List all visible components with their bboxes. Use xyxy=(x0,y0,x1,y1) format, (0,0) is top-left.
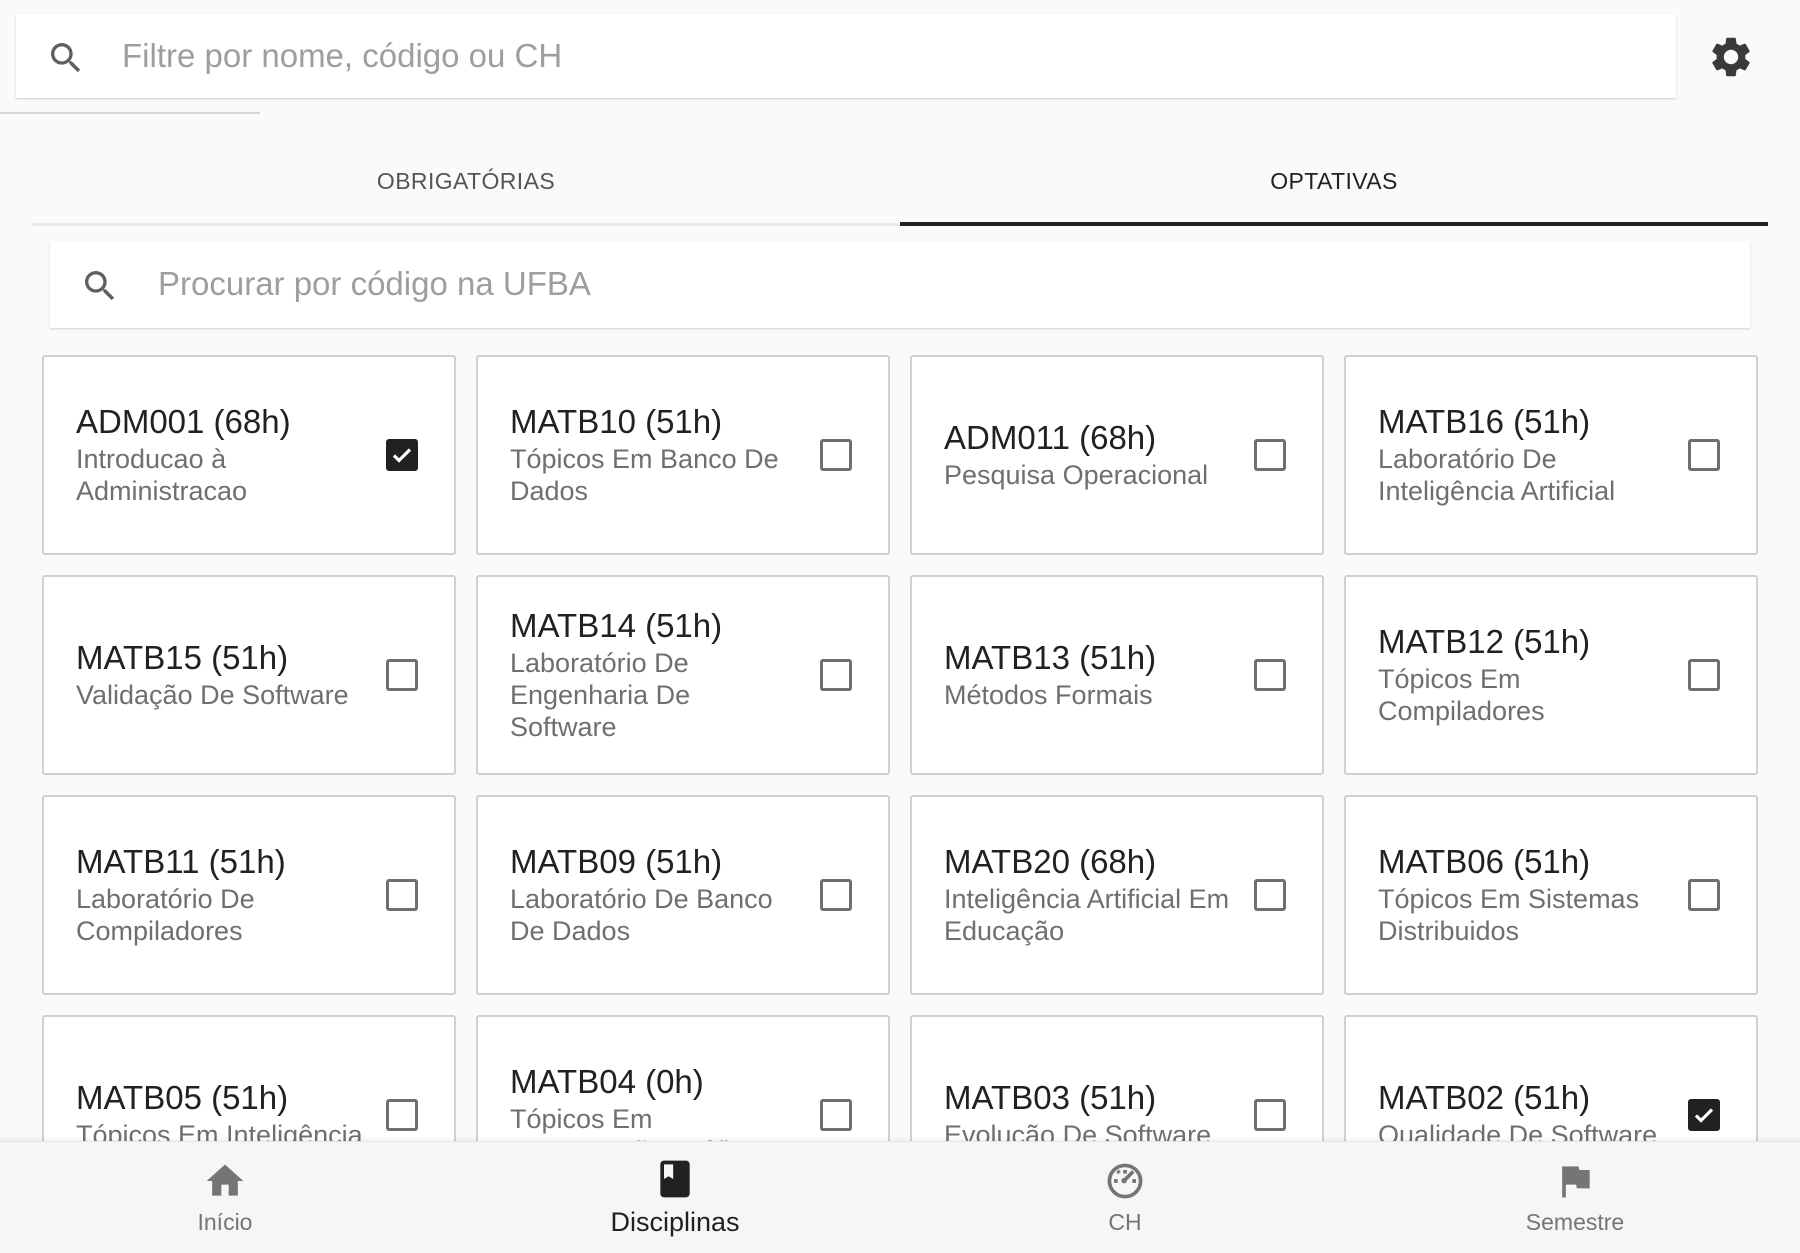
course-text: ADM011 (68h) Pesquisa Operacional xyxy=(944,419,1208,491)
course-text: ADM001 (68h) Introducao à Administracao xyxy=(76,403,364,507)
checkbox[interactable] xyxy=(820,879,852,911)
checkbox[interactable] xyxy=(1688,879,1720,911)
course-code: MATB20 (68h) xyxy=(944,843,1157,880)
course-text: MATB06 (51h) Tópicos Em Sistemas Distribu… xyxy=(1378,843,1666,947)
tab-optativas[interactable]: OPTATIVAS xyxy=(900,140,1768,226)
checkbox[interactable] xyxy=(386,1099,418,1131)
divider xyxy=(0,112,260,114)
course-code: MATB03 (51h) xyxy=(944,1079,1157,1116)
ufba-code-search-input[interactable] xyxy=(158,260,1718,308)
course-code: MATB16 (51h) xyxy=(1378,403,1591,440)
ufba-search-bar xyxy=(50,242,1750,328)
checkbox[interactable] xyxy=(820,659,852,691)
course-grid: ADM001 (68h) Introducao à Administracao MA… xyxy=(42,355,1762,1215)
course-card[interactable]: MATB20 (68h) Inteligência Artificial Em E… xyxy=(910,795,1324,995)
bottom-navigation: Início Disciplinas CH Semestre xyxy=(0,1141,1800,1253)
course-text: MATB12 (51h) Tópicos Em Compiladores xyxy=(1378,623,1666,727)
home-icon xyxy=(206,1164,244,1196)
check-icon xyxy=(1694,1108,1714,1123)
course-card[interactable]: MATB15 (51h) Validação De Software xyxy=(42,575,456,775)
checkbox[interactable] xyxy=(386,879,418,911)
course-code: ADM011 (68h) xyxy=(944,419,1157,456)
course-name: Tópicos Em Banco De Dados xyxy=(510,444,779,506)
checkbox-checked[interactable] xyxy=(1688,1099,1720,1131)
filter-search-input[interactable] xyxy=(122,32,1622,80)
course-card[interactable]: MATB12 (51h) Tópicos Em Compiladores xyxy=(1344,575,1758,775)
course-card[interactable]: MATB10 (51h) Tópicos Em Banco De Dados xyxy=(476,355,890,555)
course-text: MATB13 (51h) Métodos Formais xyxy=(944,639,1156,711)
checkbox[interactable] xyxy=(1688,659,1720,691)
course-name: Métodos Formais xyxy=(944,680,1153,710)
course-code: MATB05 (51h) xyxy=(76,1079,289,1116)
course-card[interactable]: MATB06 (51h) Tópicos Em Sistemas Distribu… xyxy=(1344,795,1758,995)
course-name: Laboratório De Compiladores xyxy=(76,884,255,946)
checkbox[interactable] xyxy=(820,1099,852,1131)
nav-label: CH xyxy=(1108,1209,1142,1235)
check-icon xyxy=(392,448,412,463)
course-name: Inteligência Artificial Em Educação xyxy=(944,884,1230,946)
app-root: OBRIGATÓRIAS OPTATIVAS ADM001 (68h) Intro… xyxy=(0,0,1800,1253)
course-name: Tópicos Em Compiladores xyxy=(1378,664,1545,726)
course-card[interactable]: ADM001 (68h) Introducao à Administracao xyxy=(42,355,456,555)
course-card[interactable]: MATB13 (51h) Métodos Formais xyxy=(910,575,1324,775)
checkbox-checked[interactable] xyxy=(386,439,418,471)
course-text: MATB15 (51h) Validação De Software xyxy=(76,639,349,711)
course-text: MATB11 (51h) Laboratório De Compiladores xyxy=(76,843,364,947)
tab-bar: OBRIGATÓRIAS OPTATIVAS xyxy=(32,140,1768,226)
course-code: MATB04 (0h) xyxy=(510,1063,704,1100)
nav-label: Semestre xyxy=(1525,1209,1625,1235)
search-icon xyxy=(85,271,115,301)
course-code: MATB13 (51h) xyxy=(944,639,1157,676)
course-card[interactable]: ADM011 (68h) Pesquisa Operacional xyxy=(910,355,1324,555)
course-text: MATB10 (51h) Tópicos Em Banco De Dados xyxy=(510,403,798,507)
nav-item-disciplinas[interactable]: Disciplinas xyxy=(450,1142,900,1253)
course-card[interactable]: MATB16 (51h) Laboratório De Inteligência … xyxy=(1344,355,1758,555)
course-code: MATB15 (51h) xyxy=(76,639,289,676)
course-code: ADM001 (68h) xyxy=(76,403,291,440)
checkbox[interactable] xyxy=(820,439,852,471)
course-name: Laboratório De Banco De Dados xyxy=(510,884,773,946)
course-text: MATB20 (68h) Inteligência Artificial Em E… xyxy=(944,843,1232,947)
course-name: Laboratório De Engenharia De Software xyxy=(510,648,691,742)
nav-label: Início xyxy=(197,1209,253,1235)
course-name: Pesquisa Operacional xyxy=(944,460,1209,490)
course-name: Validação De Software xyxy=(76,680,349,710)
nav-label: Disciplinas xyxy=(610,1207,740,1237)
course-code: MATB14 (51h) xyxy=(510,607,723,644)
checkbox[interactable] xyxy=(386,659,418,691)
course-text: MATB16 (51h) Laboratório De Inteligência … xyxy=(1378,403,1666,507)
checkbox[interactable] xyxy=(1688,439,1720,471)
nav-item-ch[interactable]: CH xyxy=(900,1142,1350,1253)
course-name: Introducao à Administracao xyxy=(76,444,248,506)
course-code: MATB10 (51h) xyxy=(510,403,723,440)
course-code: MATB12 (51h) xyxy=(1378,623,1591,660)
nav-item-inicio[interactable]: Início xyxy=(0,1142,450,1253)
checkbox[interactable] xyxy=(1254,879,1286,911)
course-card[interactable]: MATB09 (51h) Laboratório De Banco De Dado… xyxy=(476,795,890,995)
nav-item-semestre[interactable]: Semestre xyxy=(1350,1142,1800,1253)
top-search-bar xyxy=(16,14,1676,98)
course-text: MATB09 (51h) Laboratório De Banco De Dado… xyxy=(510,843,798,947)
checkbox[interactable] xyxy=(1254,659,1286,691)
course-name: Laboratório De Inteligência Artificial xyxy=(1378,444,1616,506)
course-name: Tópicos Em Sistemas Distribuidos xyxy=(1378,884,1640,946)
flag-icon xyxy=(1562,1166,1590,1198)
checkbox[interactable] xyxy=(1254,1099,1286,1131)
search-icon xyxy=(51,43,81,73)
course-code: MATB09 (51h) xyxy=(510,843,723,880)
checkbox[interactable] xyxy=(1254,439,1286,471)
gear-icon xyxy=(1712,37,1750,77)
book-icon xyxy=(660,1160,690,1198)
speedometer-icon xyxy=(1107,1163,1143,1199)
course-text: MATB14 (51h) Laboratório De Engenharia De… xyxy=(510,607,798,743)
settings-button[interactable] xyxy=(1706,32,1756,82)
tab-obrigatorias[interactable]: OBRIGATÓRIAS xyxy=(32,140,900,223)
course-code: MATB02 (51h) xyxy=(1378,1079,1591,1116)
course-code: MATB11 (51h) xyxy=(76,843,286,880)
course-card[interactable]: MATB14 (51h) Laboratório De Engenharia De… xyxy=(476,575,890,775)
course-code: MATB06 (51h) xyxy=(1378,843,1591,880)
course-card[interactable]: MATB11 (51h) Laboratório De Compiladores xyxy=(42,795,456,995)
